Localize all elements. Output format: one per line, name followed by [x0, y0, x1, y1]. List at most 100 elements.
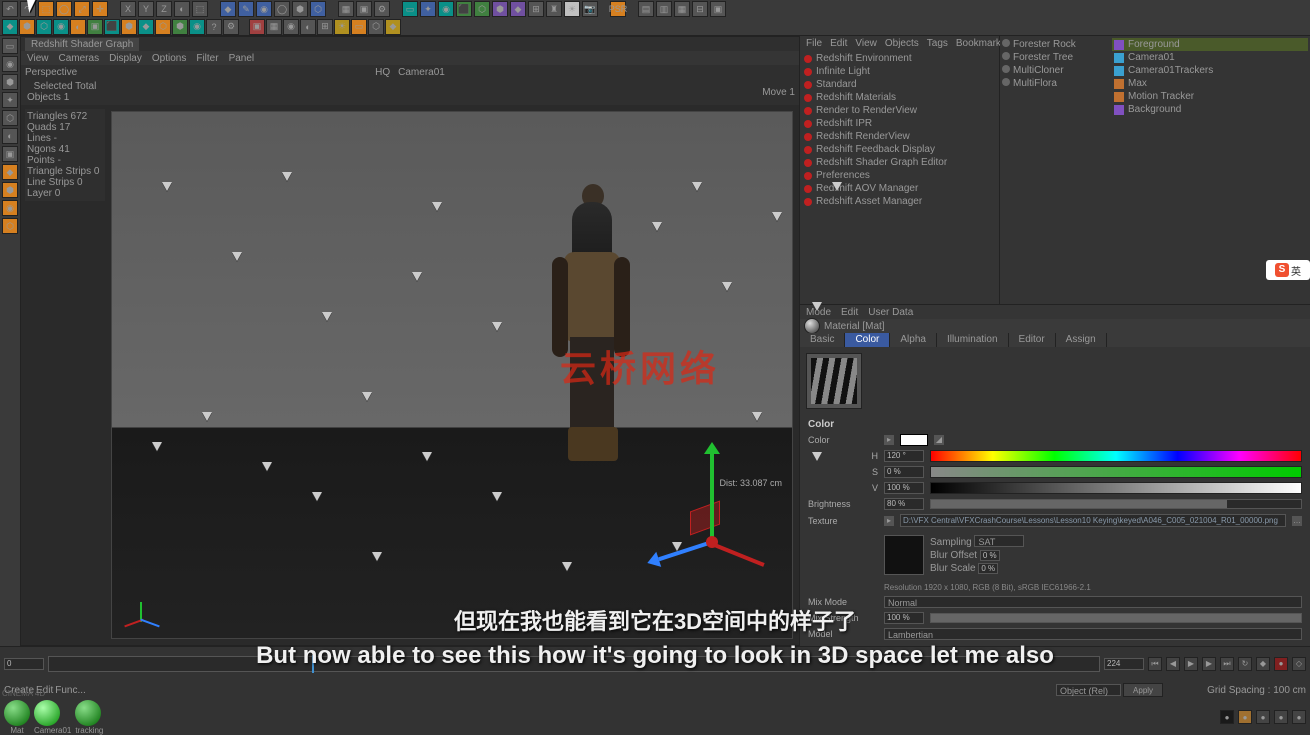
rs-icon[interactable]: ⬡	[368, 19, 384, 35]
viewport-hq-label[interactable]: HQ	[375, 67, 390, 78]
color-swatch[interactable]	[900, 434, 928, 446]
rs-icon[interactable]: ⬡	[36, 19, 52, 35]
mode-icon[interactable]: ▭	[2, 38, 18, 54]
layout-icon[interactable]: ⊟	[692, 1, 708, 17]
redshift-menu-item[interactable]: Render to RenderView	[802, 104, 997, 117]
dot-icon[interactable]: ●	[1256, 710, 1270, 724]
tool-icon[interactable]: ⬢	[292, 1, 308, 17]
blur-offset-value[interactable]: 0 %	[980, 550, 1000, 561]
obj-menu-file[interactable]: File	[806, 38, 822, 49]
sat-slider[interactable]	[930, 466, 1302, 478]
material-ball-mat[interactable]	[4, 700, 30, 726]
mode-icon[interactable]: ✦	[2, 92, 18, 108]
rs-icon[interactable]: ▦	[266, 19, 282, 35]
vp-menu-display[interactable]: Display	[109, 53, 142, 64]
dot-icon[interactable]: ●	[1292, 710, 1306, 724]
obj-menu-bookmarks[interactable]: Bookmarks	[956, 38, 1006, 49]
play-icon[interactable]: ▶	[1184, 657, 1198, 671]
rs-icon[interactable]: ◆	[138, 19, 154, 35]
rs-icon[interactable]: ?	[206, 19, 222, 35]
mixstrength-slider[interactable]	[930, 613, 1302, 623]
hierarchy-item[interactable]: Camera01Trackers	[1112, 64, 1308, 77]
redshift-menu-item[interactable]: Infinite Light	[802, 65, 997, 78]
redshift-menu-item[interactable]: Redshift Shader Graph Editor	[802, 156, 997, 169]
redshift-menu-item[interactable]: Redshift RenderView	[802, 130, 997, 143]
axis-z-icon[interactable]: Z	[156, 1, 172, 17]
redshift-menu-item[interactable]: Redshift IPR	[802, 117, 997, 130]
layout-icon[interactable]: ▣	[710, 1, 726, 17]
scene-item[interactable]: MultiFlora	[1002, 77, 1102, 90]
mode-icon[interactable]: ◐	[2, 128, 18, 144]
material-ball-tracking[interactable]	[75, 700, 101, 726]
tool-icon[interactable]: ◯	[274, 1, 290, 17]
layout-icon[interactable]: ▦	[674, 1, 690, 17]
model-dropdown[interactable]: Lambertian	[884, 628, 1302, 640]
s-value[interactable]: 0 %	[884, 466, 924, 478]
brightness-slider[interactable]	[930, 499, 1302, 509]
end-frame[interactable]: 224	[1104, 658, 1144, 670]
obj-menu-objects[interactable]: Objects	[885, 38, 919, 49]
rs-icon[interactable]: ◆	[2, 19, 18, 35]
tool-icon[interactable]: ◯	[56, 1, 72, 17]
blur-scale-value[interactable]: 0 %	[978, 563, 998, 574]
primitive-icon[interactable]: ⬡	[474, 1, 490, 17]
primitive-icon[interactable]: ✦	[420, 1, 436, 17]
rs-icon[interactable]: ⬢	[19, 19, 35, 35]
rs-icon[interactable]: ◐	[300, 19, 316, 35]
v-value[interactable]: 100 %	[884, 482, 924, 494]
apply-button[interactable]: Apply	[1123, 683, 1163, 697]
viewport-tab[interactable]: Redshift Shader Graph	[25, 38, 139, 51]
tool-icon[interactable]: ◆	[220, 1, 236, 17]
rs-icon[interactable]: ◉	[189, 19, 205, 35]
hierarchy-item[interactable]: Background	[1112, 103, 1308, 116]
texture-path[interactable]: D:\VFX Central\VFXCrashCourse\Lessons\Le…	[900, 514, 1286, 527]
camera-icon[interactable]: 📷	[582, 1, 598, 17]
mixmode-dropdown[interactable]: Normal	[884, 596, 1302, 608]
redshift-menu-item[interactable]: Redshift Environment	[802, 52, 997, 65]
key-icon[interactable]: ◆	[1256, 657, 1270, 671]
obj-menu-view[interactable]: View	[855, 38, 877, 49]
play-start-icon[interactable]: ⏮	[1148, 657, 1162, 671]
step-back-icon[interactable]: ◀	[1166, 657, 1180, 671]
move-gizmo[interactable]	[642, 452, 782, 592]
tool-icon[interactable]: ✛	[92, 1, 108, 17]
axis-x-icon[interactable]: X	[120, 1, 136, 17]
hue-slider[interactable]	[930, 450, 1302, 462]
psr-toggle[interactable]: PSR	[610, 1, 626, 17]
primitive-icon[interactable]: ◉	[438, 1, 454, 17]
tab-color[interactable]: Color	[845, 333, 890, 347]
sampling-dropdown[interactable]: SAT	[974, 535, 1024, 547]
gizmo-plane-icon[interactable]	[690, 501, 720, 536]
vp-menu-cameras[interactable]: Cameras	[59, 53, 100, 64]
scene-item[interactable]: Forester Tree	[1002, 51, 1102, 64]
ime-badge[interactable]: S 英	[1266, 260, 1310, 280]
tab-assign[interactable]: Assign	[1056, 333, 1107, 347]
hierarchy-item[interactable]: Motion Tracker	[1112, 90, 1308, 103]
tab-illumination[interactable]: Illumination	[937, 333, 1009, 347]
gizmo-y-axis-icon[interactable]	[710, 452, 714, 542]
loop-icon[interactable]: ↻	[1238, 657, 1252, 671]
vp-menu-view[interactable]: View	[27, 53, 49, 64]
scene-item[interactable]: Forester Rock	[1002, 38, 1102, 51]
obj-menu-tags[interactable]: Tags	[927, 38, 948, 49]
h-value[interactable]: 120 °	[884, 450, 924, 462]
texture-expand-icon[interactable]: ▸	[884, 516, 894, 526]
tool-icon[interactable]: ✎	[238, 1, 254, 17]
rec-icon[interactable]: ●	[1274, 657, 1288, 671]
tool-icon[interactable]: ⬚	[38, 1, 54, 17]
material-ball-camera[interactable]	[34, 700, 60, 726]
rs-icon[interactable]: ⬢	[121, 19, 137, 35]
scene-item[interactable]: MultiCloner	[1002, 64, 1102, 77]
render-settings-icon[interactable]: ⚙	[374, 1, 390, 17]
mixstrength-value[interactable]: 100 %	[884, 612, 924, 624]
redshift-menu-item[interactable]: Redshift Asset Manager	[802, 195, 997, 208]
undo-icon[interactable]: ↶	[2, 1, 18, 17]
hierarchy-item[interactable]: Foreground	[1112, 38, 1308, 51]
key-icon[interactable]: ◇	[1292, 657, 1306, 671]
layout-icon[interactable]: ▥	[656, 1, 672, 17]
step-fwd-icon[interactable]: ▶	[1202, 657, 1216, 671]
rs-icon[interactable]: ⬢	[172, 19, 188, 35]
dot-icon[interactable]: ●	[1274, 710, 1288, 724]
primitive-icon[interactable]: ♜	[546, 1, 562, 17]
redshift-menu-item[interactable]: Standard	[802, 78, 997, 91]
